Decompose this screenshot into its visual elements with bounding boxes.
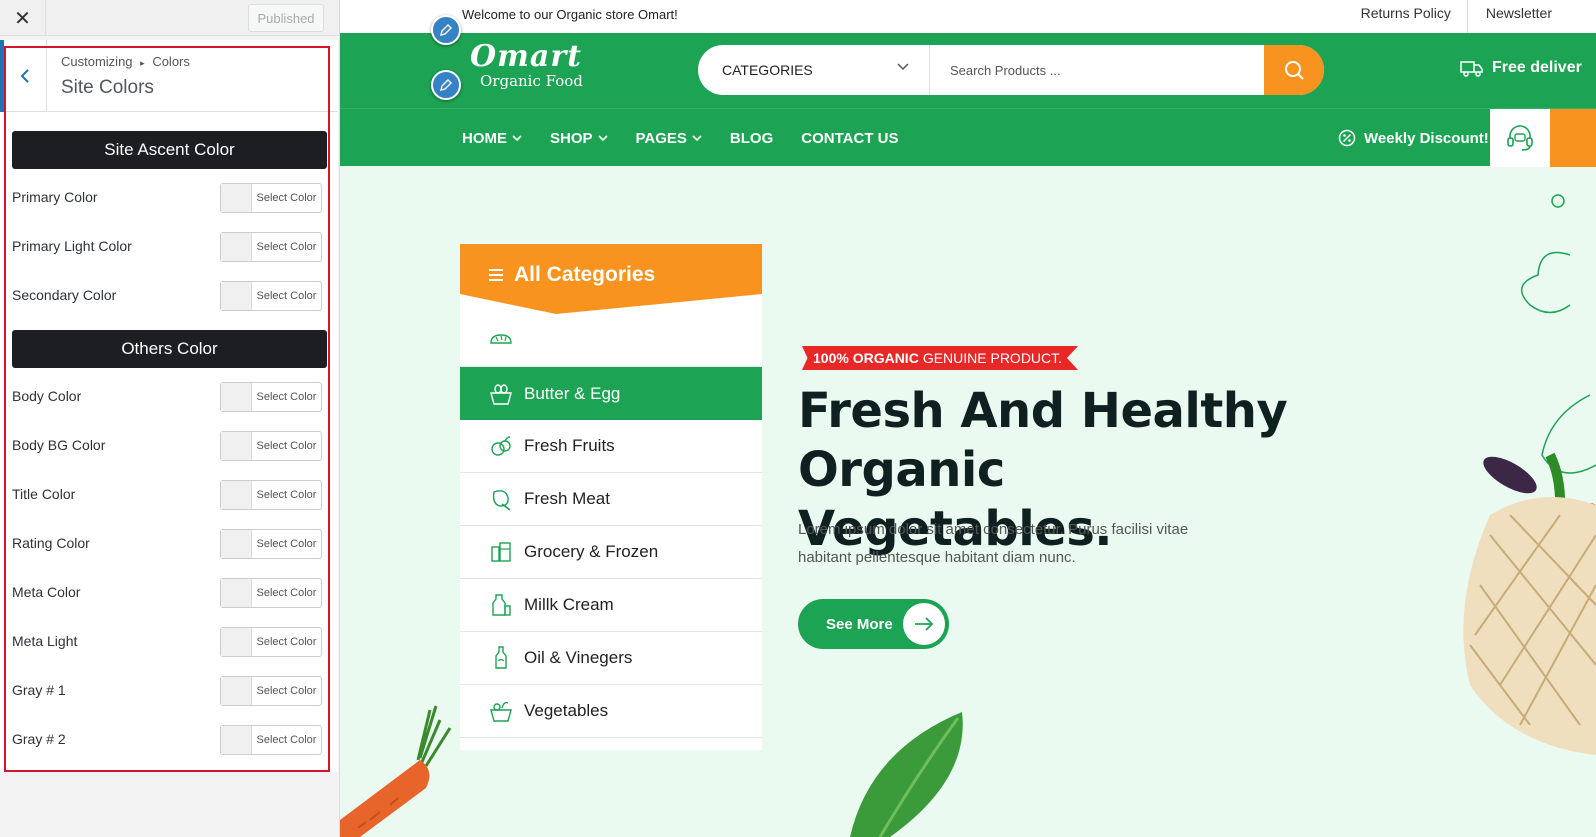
published-button[interactable]: Published: [248, 4, 324, 32]
discount-icon: [1338, 129, 1356, 147]
logo-tagline: Organic Food: [480, 72, 583, 90]
nav-item-label: CONTACT US: [801, 129, 899, 147]
nav-item-label: BLOG: [729, 129, 774, 147]
leaf-illustration: [850, 712, 963, 837]
site-preview: Welcome to our Organic store Omart! Retu…: [340, 0, 1596, 837]
arrow-right-icon: [903, 603, 945, 645]
egg-basket-icon: [488, 381, 514, 407]
category-select-label: CATEGORIES: [722, 62, 813, 78]
oil-bottle-icon: [488, 645, 514, 671]
nav-item-label: PAGES: [635, 129, 687, 147]
category-label: Butter & Egg: [524, 383, 621, 403]
search-input[interactable]: [934, 45, 1264, 95]
logo-wordmark: Omart: [470, 39, 582, 74]
fruit-icon: [488, 433, 514, 459]
category-label: Vegetables: [524, 701, 609, 720]
category-label: Fresh Meat: [524, 489, 610, 508]
hero-title-line: Fresh And Healthy: [798, 383, 1288, 439]
search-icon: [1285, 61, 1304, 80]
see-more-label: See More: [826, 615, 893, 633]
free-delivery: Free deliver: [1460, 59, 1582, 77]
returns-policy-link[interactable]: Returns Policy: [1343, 0, 1467, 33]
see-more-button[interactable]: See More: [798, 599, 949, 649]
category-item[interactable]: Oil & Vinegers: [460, 632, 762, 685]
meat-icon: [488, 486, 514, 512]
category-item[interactable]: Fresh Fruits: [460, 420, 762, 473]
category-item[interactable]: Fresh Meat: [460, 473, 762, 526]
carrot-illustration: [340, 705, 452, 837]
support-button[interactable]: [1490, 109, 1550, 167]
nav-item-home[interactable]: HOME: [462, 109, 522, 167]
category-item[interactable]: Millk Cream: [460, 579, 762, 632]
chevron-down-icon: [897, 63, 909, 71]
weekly-discount[interactable]: Weekly Discount!: [1338, 109, 1489, 167]
headset-icon: [1507, 125, 1533, 151]
vegetable-basket-icon: [488, 698, 514, 724]
milk-icon: [488, 592, 514, 618]
nav-item-shop[interactable]: SHOP: [550, 109, 608, 167]
free-delivery-text: Free deliver: [1492, 59, 1582, 76]
category-label: Millk Cream: [524, 595, 614, 614]
newsletter-link[interactable]: Newsletter: [1466, 0, 1568, 33]
category-select[interactable]: CATEGORIES: [698, 45, 930, 95]
top-links: Returns Policy Newsletter: [1343, 0, 1568, 33]
welcome-text: Welcome to our Organic store Omart!: [462, 7, 678, 22]
chevron-down-icon: [512, 135, 522, 142]
categories-header[interactable]: All Categories: [488, 263, 655, 287]
category-label: Fresh Fruits: [524, 436, 615, 455]
vegetable-basket-illustration: [1463, 194, 1596, 755]
edit-shortcut-icon[interactable]: [431, 15, 461, 45]
chevron-down-icon: [692, 135, 702, 142]
badge-text: GENUINE PRODUCT.: [922, 350, 1063, 366]
site-logo[interactable]: Omart Organic Food: [470, 39, 583, 90]
badge-strong-text: 100% ORGANIC: [813, 350, 919, 366]
main-header: Omart Organic Food CATEGORIES Free deliv…: [340, 33, 1596, 108]
search-button[interactable]: [1264, 45, 1324, 95]
nav-item-blog[interactable]: BLOG: [730, 109, 773, 167]
customizer-topbar: ✕ Published: [0, 0, 339, 36]
edit-shortcut-icon[interactable]: [431, 70, 461, 100]
nav-item-pages[interactable]: PAGES: [636, 109, 702, 167]
category-label: Oil & Vinegers: [524, 648, 633, 667]
top-bar: Welcome to our Organic store Omart! Retu…: [340, 0, 1596, 33]
product-search: CATEGORIES: [698, 45, 1324, 95]
weekly-discount-text: Weekly Discount!: [1364, 129, 1489, 147]
cart-button-edge[interactable]: [1550, 109, 1596, 167]
main-navigation: HOME SHOP PAGES BLOG CONTACT US Weekly Disco…: [340, 108, 1596, 167]
highlight-outline: [4, 46, 330, 772]
menu-icon: [489, 269, 503, 281]
nav-menu: HOME SHOP PAGES BLOG CONTACT US: [462, 109, 926, 167]
category-item[interactable]: Grocery & Frozen: [460, 526, 762, 579]
category-item[interactable]: Vegetables: [460, 685, 762, 738]
grocery-icon: [488, 539, 514, 565]
category-label: Grocery & Frozen: [524, 542, 659, 561]
all-categories-panel: All Categories Butter & Egg Fresh Fruits F…: [460, 244, 762, 750]
nav-item-contact-us[interactable]: CONTACT US: [801, 109, 898, 167]
categories-header-label: All Categories: [514, 263, 656, 286]
chevron-down-icon: [597, 135, 608, 142]
truck-icon: [1460, 61, 1483, 77]
customizer-panel: ✕ Published Customizing ▸ Colors Site Co…: [0, 0, 340, 837]
category-item[interactable]: Butter & Egg: [460, 367, 762, 420]
category-item[interactable]: [460, 314, 762, 367]
close-icon[interactable]: ✕: [0, 0, 46, 36]
nav-item-label: SHOP: [550, 129, 593, 147]
nav-item-label: HOME: [462, 129, 507, 147]
organic-badge: 100% ORGANIC GENUINE PRODUCT.: [802, 346, 1079, 370]
bread-icon: [488, 327, 514, 353]
hero-description: Lorem ipsum dolor sit amet consectetur. …: [798, 521, 1189, 566]
